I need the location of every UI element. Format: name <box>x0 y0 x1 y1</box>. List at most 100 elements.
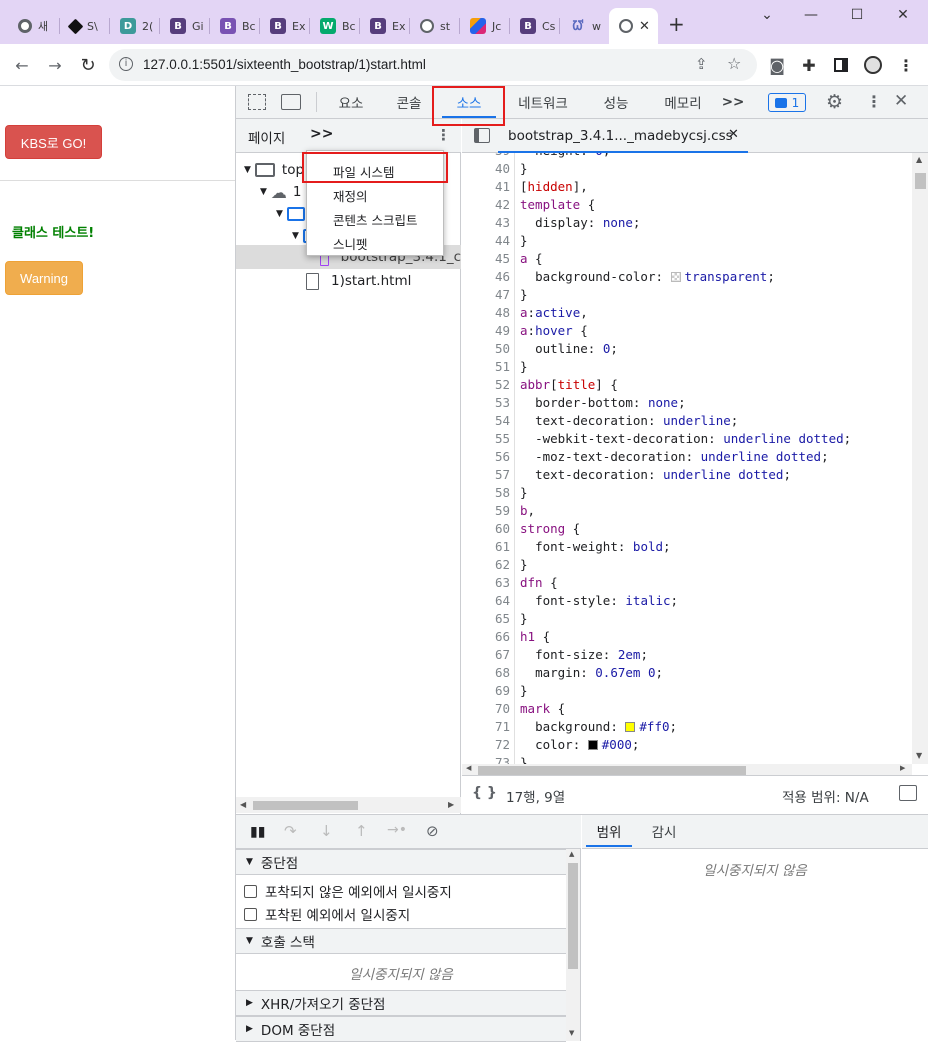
code-line[interactable]: font-size: 2em; <box>520 647 648 662</box>
browser-tab[interactable]: B Ex <box>360 8 410 44</box>
line-number[interactable]: 52 <box>462 377 510 392</box>
line-number[interactable]: 66 <box>462 629 510 644</box>
line-number[interactable]: 62 <box>462 557 510 572</box>
line-number[interactable]: 45 <box>462 251 510 266</box>
line-number[interactable]: 60 <box>462 521 510 536</box>
scroll-thumb[interactable] <box>568 863 578 969</box>
forward-icon[interactable]: → <box>43 53 67 77</box>
code-line[interactable]: a:active, <box>520 305 588 320</box>
info-icon[interactable]: i <box>119 57 133 71</box>
code-line[interactable]: } <box>520 683 528 698</box>
toggle-debugger-icon[interactable] <box>899 785 917 801</box>
line-number[interactable]: 63 <box>462 575 510 590</box>
line-number[interactable]: 51 <box>462 359 510 374</box>
line-number[interactable]: 42 <box>462 197 510 212</box>
line-number[interactable]: 46 <box>462 269 510 284</box>
line-number[interactable]: 44 <box>462 233 510 248</box>
code-line[interactable]: dfn { <box>520 575 558 590</box>
code-line[interactable]: } <box>520 557 528 572</box>
line-number[interactable]: 40 <box>462 161 510 176</box>
tab-console[interactable]: 콘솔 <box>386 86 432 118</box>
menu-kebab-icon[interactable]: ⋮ <box>894 53 918 77</box>
tab-page[interactable]: 페이지 <box>248 127 285 147</box>
code-line[interactable]: text-decoration: underline dotted; <box>520 467 791 482</box>
settings-gear-icon[interactable]: ⚙ <box>826 91 843 113</box>
checkbox[interactable] <box>244 884 257 898</box>
line-number[interactable]: 54 <box>462 413 510 428</box>
browser-tab[interactable]: B Gi <box>160 8 210 44</box>
line-number[interactable]: 64 <box>462 593 510 608</box>
code-line[interactable]: font-weight: bold; <box>520 539 671 554</box>
code-line[interactable]: abbr[title] { <box>520 377 618 392</box>
code-line[interactable]: display: none; <box>520 215 640 230</box>
breakpoints-header[interactable]: ▼ 중단점 <box>236 849 566 875</box>
code-line[interactable]: margin: 0.67em 0; <box>520 665 663 680</box>
step-over-icon[interactable]: ↷ <box>284 822 297 840</box>
checkbox[interactable] <box>244 907 257 921</box>
code-line[interactable]: background: #ff0; <box>520 719 677 734</box>
browser-tab-active[interactable]: ✕ <box>609 8 658 44</box>
step-out-icon[interactable]: ↑ <box>355 822 368 840</box>
line-number[interactable]: 61 <box>462 539 510 554</box>
code-line[interactable]: height: 0; <box>520 153 610 158</box>
kbs-button[interactable]: KBS로 GO! <box>5 125 102 159</box>
menu-item-overrides[interactable]: 재정의 <box>333 186 368 205</box>
share-icon[interactable]: ⇪ <box>695 55 708 73</box>
code-area[interactable]: 39 height: 0; 40} 41 [hidden], 42 template {4… <box>462 153 912 764</box>
line-number[interactable]: 69 <box>462 683 510 698</box>
code-line[interactable]: -moz-text-decoration: underline dotted; <box>520 449 829 464</box>
line-number[interactable]: 70 <box>462 701 510 716</box>
code-line[interactable]: color: #000; <box>520 737 639 752</box>
code-line[interactable]: background-color: transparent; <box>520 269 775 284</box>
scroll-right-icon[interactable]: ▶ <box>900 764 905 772</box>
close-window-button[interactable]: ✕ <box>880 0 926 30</box>
line-number[interactable]: 55 <box>462 431 510 446</box>
line-number[interactable]: 49 <box>462 323 510 338</box>
tab-search-icon[interactable]: ⌄ <box>744 0 790 30</box>
browser-tab[interactable]: W Bc <box>310 8 360 44</box>
address-bar[interactable]: i 127.0.0.1:5501/sixteenth_bootstrap/1)s… <box>109 49 757 81</box>
code-line[interactable]: } <box>520 485 528 500</box>
tab-elements[interactable]: 요소 <box>328 86 374 118</box>
code-line[interactable]: } <box>520 359 528 374</box>
code-line[interactable]: border-bottom: none; <box>520 395 686 410</box>
call-stack-header[interactable]: ▼ 호출 스택 <box>236 928 566 954</box>
menu-item-snippets[interactable]: 스니펫 <box>333 234 368 253</box>
tab-scope[interactable]: 범위 <box>584 815 634 847</box>
code-line[interactable]: b, <box>520 503 535 518</box>
back-icon[interactable]: ← <box>10 53 34 77</box>
code-line[interactable]: a:hover { <box>520 323 588 338</box>
code-line[interactable]: text-decoration: underline; <box>520 413 738 428</box>
line-number[interactable]: 68 <box>462 665 510 680</box>
browser-tab[interactable]: S\ <box>60 8 110 44</box>
browser-tab[interactable]: Jc <box>460 8 510 44</box>
navigator-more-icon[interactable]: >> <box>310 126 333 142</box>
pretty-print-icon[interactable]: { } <box>472 785 497 801</box>
editor-file-tab[interactable]: bootstrap_3.4.1..._madebycsj.css ✕ <box>498 119 748 153</box>
line-number[interactable]: 53 <box>462 395 510 410</box>
code-line[interactable]: h1 { <box>520 629 550 644</box>
line-number[interactable]: 71 <box>462 719 510 734</box>
inspect-element-icon[interactable] <box>248 94 266 110</box>
line-number[interactable]: 48 <box>462 305 510 320</box>
line-number[interactable]: 50 <box>462 341 510 356</box>
scroll-thumb[interactable] <box>253 801 358 810</box>
code-line[interactable]: -webkit-text-decoration: underline dotte… <box>520 431 851 446</box>
browser-tab[interactable]: B Cs <box>510 8 560 44</box>
browser-tab[interactable]: ᘺ w <box>560 8 610 44</box>
navigator-hscrollbar[interactable]: ◀ ▶ <box>236 797 461 813</box>
debugger-vscrollbar[interactable]: ▲ ▼ <box>566 849 580 1041</box>
scroll-up-icon[interactable]: ▲ <box>916 155 922 164</box>
line-number[interactable]: 58 <box>462 485 510 500</box>
scroll-up-icon[interactable]: ▲ <box>569 850 574 858</box>
code-line[interactable]: } <box>520 287 528 302</box>
code-line[interactable]: template { <box>520 197 595 212</box>
side-panel-icon[interactable] <box>829 53 853 77</box>
tab-performance[interactable]: 성능 <box>591 86 641 118</box>
code-line[interactable]: } <box>520 611 528 626</box>
code-line[interactable]: [hidden], <box>520 179 588 194</box>
line-number[interactable]: 41 <box>462 179 510 194</box>
tab-memory[interactable]: 메모리 <box>654 86 712 118</box>
issues-badge[interactable]: 1 <box>768 93 806 112</box>
navigator-menu-icon[interactable]: ⋮ <box>436 126 451 144</box>
